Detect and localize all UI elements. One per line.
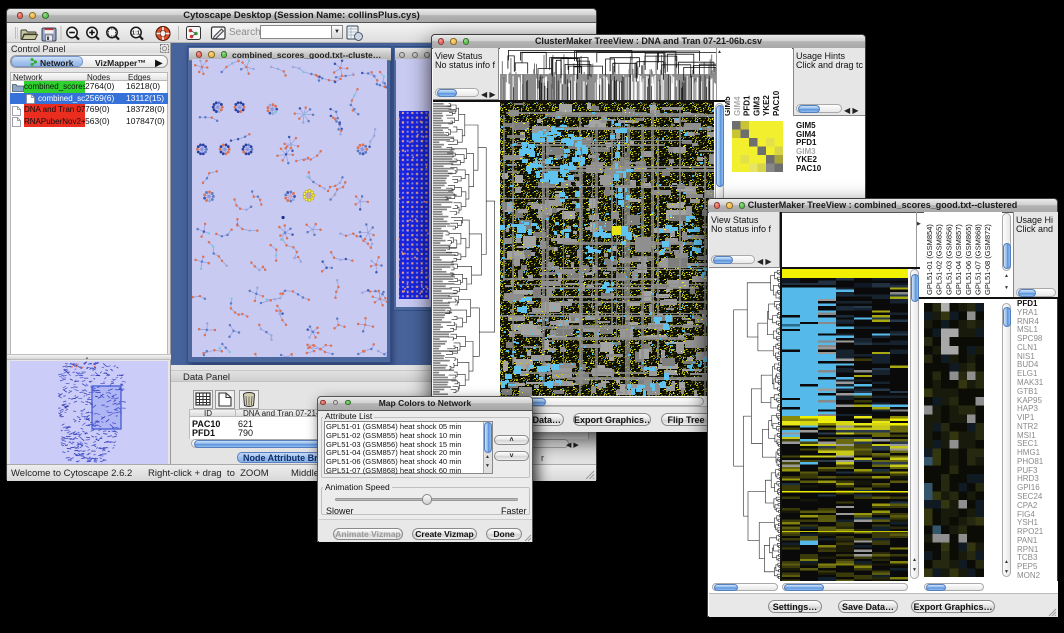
svg-text:1:1: 1:1 xyxy=(132,31,140,37)
svg-text:YKE2: YKE2 xyxy=(762,95,771,116)
svg-text:GIM4: GIM4 xyxy=(733,96,742,116)
svg-text:GPL51-06 (GSM865): GPL51-06 (GSM865) xyxy=(964,224,973,295)
svg-text:GPL51-03 (GSM856): GPL51-03 (GSM856) xyxy=(944,224,953,295)
svg-text:PAC10: PAC10 xyxy=(772,90,781,116)
svg-text:GPL51-02 (GSM855): GPL51-02 (GSM855) xyxy=(935,224,944,295)
svg-text:GIM5: GIM5 xyxy=(725,96,732,116)
svg-text:GPL51-01 (GSM854): GPL51-01 (GSM854) xyxy=(925,224,934,295)
svg-text:GPL51-07 (GSM868): GPL51-07 (GSM868) xyxy=(974,224,983,295)
svg-text:PFD1: PFD1 xyxy=(743,95,752,116)
svg-text:GIM3: GIM3 xyxy=(752,96,761,116)
svg-text:GPL51-08 (GSM872): GPL51-08 (GSM872) xyxy=(983,224,992,295)
svg-text:GPL51-04 (GSM857): GPL51-04 (GSM857) xyxy=(954,224,963,295)
